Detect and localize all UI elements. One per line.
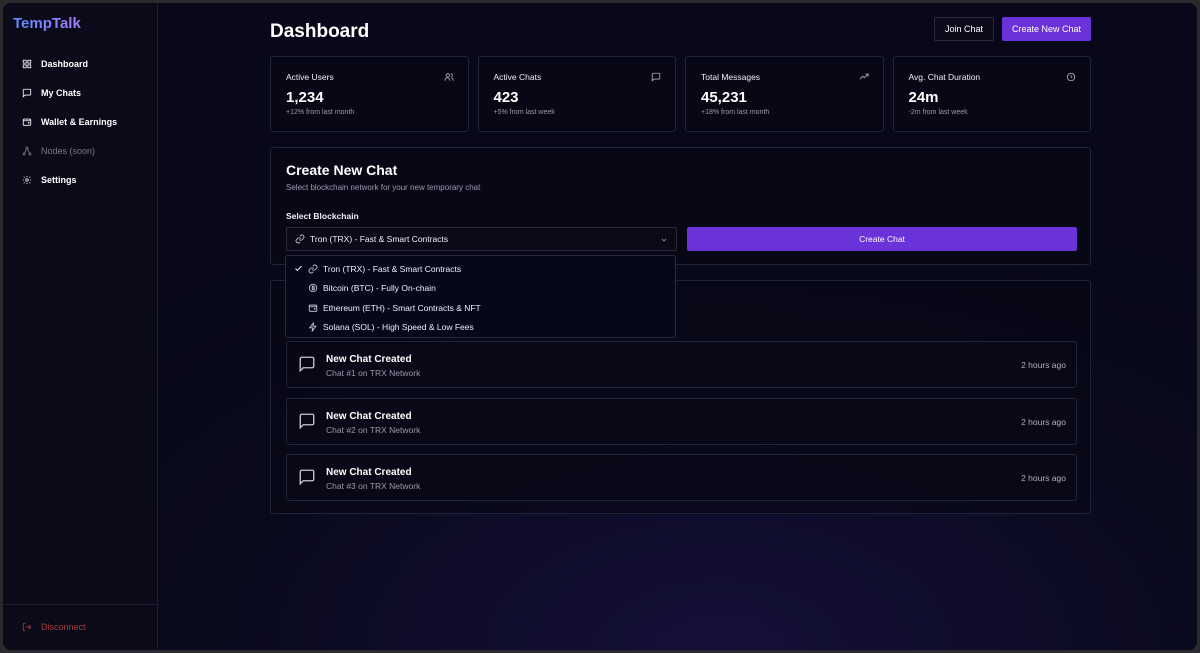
stats-row: Active Users 1,234 +12% from last month …	[270, 56, 1091, 132]
dropdown-option-tron[interactable]: Tron (TRX) - Fast & Smart Contracts	[286, 259, 675, 279]
stat-value: 423	[493, 89, 519, 106]
sidebar-item-settings[interactable]: Settings	[3, 165, 157, 194]
blockchain-select[interactable]: Tron (TRX) - Fast & Smart Contracts	[286, 227, 677, 251]
activity-time: 2 hours ago	[1021, 473, 1066, 483]
logout-icon	[22, 622, 32, 632]
main-content: Dashboard Join Chat Create New Chat Acti…	[270, 3, 1091, 650]
dropdown-option-bitcoin[interactable]: Bitcoin (BTC) - Fully On-chain	[286, 279, 675, 299]
activity-title: New Chat Created	[326, 467, 412, 478]
header-actions: Join Chat Create New Chat	[933, 17, 1091, 41]
stat-change: -2m from last week	[908, 109, 968, 116]
sidebar-nav: Dashboard My Chats Wallet & Earnings Nod…	[3, 49, 157, 194]
stat-value: 45,231	[701, 89, 747, 106]
chevron-down-icon	[661, 238, 667, 242]
activity-time: 2 hours ago	[1021, 417, 1066, 427]
sidebar-item-label: Dashboard	[41, 58, 89, 69]
activity-item[interactable]: New Chat Created Chat #3 on TRX Network …	[286, 454, 1077, 501]
activity-subtitle: Chat #2 on TRX Network	[326, 425, 421, 435]
stat-card-avg-duration: Avg. Chat Duration 24m -2m from last wee…	[892, 56, 1091, 132]
stat-label: Active Users	[286, 72, 334, 82]
sidebar-item-label: Nodes (soon)	[41, 145, 96, 156]
brand-logo[interactable]: TempTalk	[13, 15, 81, 32]
create-new-chat-button[interactable]: Create New Chat	[1001, 17, 1091, 41]
sidebar-item-label: My Chats	[41, 87, 82, 98]
check-icon	[295, 265, 302, 272]
gear-icon	[22, 175, 32, 184]
join-chat-button[interactable]: Join Chat	[933, 17, 994, 41]
disconnect-button[interactable]: Disconnect	[22, 622, 86, 632]
message-icon	[299, 469, 315, 486]
app-window: TempTalk Dashboard My Chats Wallet & Ear…	[3, 3, 1197, 650]
wallet-icon	[308, 304, 318, 312]
dropdown-option-ethereum[interactable]: Ethereum (ETH) - Smart Contracts & NFT	[286, 298, 675, 318]
stat-card-active-chats: Active Chats 423 +5% from last week	[477, 56, 676, 132]
disconnect-label: Disconnect	[41, 622, 86, 632]
create-chat-panel: Create New Chat Select blockchain networ…	[270, 147, 1091, 265]
stat-label: Active Chats	[493, 72, 542, 82]
message-icon	[299, 356, 315, 373]
grid-icon	[22, 59, 32, 68]
dropdown-option-label: Ethereum (ETH) - Smart Contracts & NFT	[323, 302, 481, 313]
create-chat-subtitle: Select blockchain network for your new t…	[286, 183, 481, 192]
activity-subtitle: Chat #1 on TRX Network	[326, 368, 421, 378]
coin-icon	[308, 284, 318, 293]
activity-subtitle: Chat #3 on TRX Network	[326, 481, 421, 491]
dropdown-option-label: Bitcoin (BTC) - Fully On-chain	[323, 283, 436, 294]
message-icon	[22, 88, 32, 98]
activity-title: New Chat Created	[326, 411, 412, 422]
stat-card-active-users: Active Users 1,234 +12% from last month	[270, 56, 469, 132]
link-icon	[308, 264, 318, 274]
activity-item[interactable]: New Chat Created Chat #2 on TRX Network …	[286, 398, 1077, 445]
sidebar-item-nodes[interactable]: Nodes (soon)	[3, 136, 157, 165]
sidebar-item-dashboard[interactable]: Dashboard	[3, 49, 157, 78]
create-chat-title: Create New Chat	[286, 162, 398, 178]
trending-up-icon	[859, 73, 869, 80]
sidebar-item-label: Wallet & Earnings	[41, 116, 118, 127]
wallet-icon	[22, 118, 32, 126]
stat-value: 1,234	[286, 89, 324, 106]
stat-change: +18% from last month	[701, 109, 770, 116]
sidebar: TempTalk Dashboard My Chats Wallet & Ear…	[3, 3, 158, 650]
sidebar-divider	[3, 604, 157, 605]
stat-value: 24m	[908, 89, 939, 106]
message-icon	[651, 72, 661, 82]
activity-item[interactable]: New Chat Created Chat #1 on TRX Network …	[286, 341, 1077, 388]
blockchain-select-value: Tron (TRX) - Fast & Smart Contracts	[310, 234, 449, 244]
bolt-icon	[308, 322, 317, 333]
activity-title: New Chat Created	[326, 354, 412, 365]
blockchain-dropdown-menu: Tron (TRX) - Fast & Smart Contracts Bitc…	[285, 255, 676, 338]
stat-change: +5% from last week	[493, 109, 555, 116]
stat-change: +12% from last month	[286, 109, 355, 116]
dropdown-option-solana[interactable]: Solana (SOL) - High Speed & Low Fees	[286, 318, 675, 338]
stat-label: Total Messages	[701, 72, 761, 82]
message-icon	[299, 413, 315, 430]
stat-label: Avg. Chat Duration	[908, 72, 981, 82]
page-title: Dashboard	[270, 21, 370, 42]
dropdown-option-label: Tron (TRX) - Fast & Smart Contracts	[323, 263, 462, 274]
network-icon	[22, 146, 32, 155]
create-chat-button[interactable]: Create Chat	[687, 227, 1077, 251]
clock-icon	[1066, 72, 1076, 82]
link-icon	[295, 234, 305, 244]
dropdown-option-label: Solana (SOL) - High Speed & Low Fees	[323, 322, 474, 333]
users-icon	[443, 73, 454, 81]
activity-time: 2 hours ago	[1021, 360, 1066, 370]
sidebar-item-wallet[interactable]: Wallet & Earnings	[3, 107, 157, 136]
sidebar-item-my-chats[interactable]: My Chats	[3, 78, 157, 107]
stat-card-total-messages: Total Messages 45,231 +18% from last mon…	[685, 56, 884, 132]
sidebar-item-label: Settings	[41, 174, 77, 185]
blockchain-select-label: Select Blockchain	[286, 211, 359, 221]
